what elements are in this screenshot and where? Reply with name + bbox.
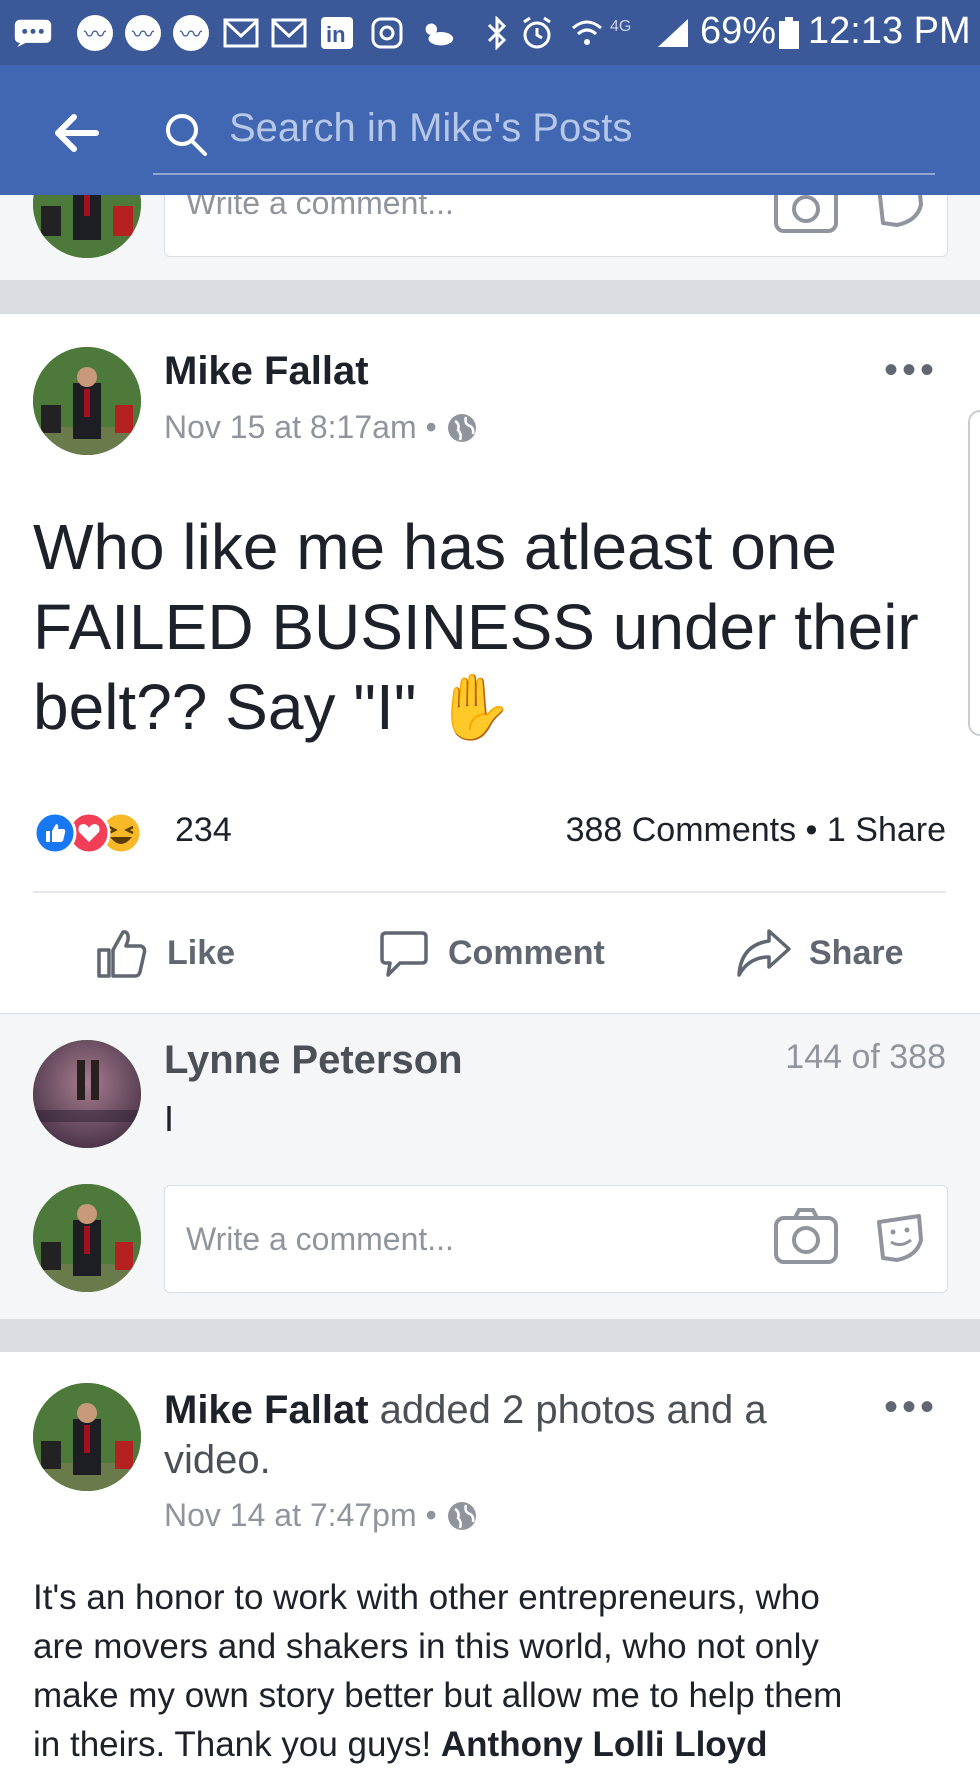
camera-icon[interactable] [773,1206,839,1271]
post-options-icon[interactable]: ••• [884,348,938,393]
sticker-icon[interactable] [873,195,925,231]
post-timestamp-text[interactable]: Nov 15 at 8:17am [164,409,417,445]
separator-dot: • [425,1497,446,1533]
mention-link[interactable]: Anthony Lolli Lloyd [441,1725,768,1764]
globe-icon [447,1502,476,1530]
share-label: Share [809,933,904,972]
wifi-icon [568,14,606,52]
clock-time: 12:13 PM [808,10,971,52]
globe-icon [447,414,476,442]
post-body-text-partial: in theirs. Thank you guys! [33,1725,441,1764]
post-text-line: belt?? Say "I" ✋ [33,667,953,748]
post-text-line-3: belt?? Say "I" [33,671,417,743]
post-text: Who like me has atleast one FAILED BUSIN… [33,507,953,748]
avatar [33,1184,141,1292]
post-body-line: make my own story better but allow me to… [33,1676,843,1715]
network-type-label: 4G [610,18,632,35]
bluetooth-icon [478,14,516,52]
reaction-icons[interactable] [33,811,153,855]
post-author-name[interactable]: Mike Fallat [164,349,369,394]
post-body-line: are movers and shakers in this world, wh… [33,1627,819,1666]
post-timestamp: Nov 15 at 8:17am • [164,409,478,446]
status-bar: 〰 〰 〰 in 4G 69% 12:13 PM [0,0,980,65]
back-arrow-icon[interactable] [50,106,104,160]
svg-text:in: in [326,22,346,47]
search-placeholder: Search in Mike's Posts [229,106,633,150]
post-body-line: in theirs. Thank you guys! Anthony Lolli… [33,1720,963,1769]
post-action-text: added 2 photos and a [379,1388,767,1432]
like-button[interactable]: Like [95,920,275,986]
sticker-icon[interactable] [873,1210,925,1271]
post-author-name[interactable]: Mike Fallat [164,1388,369,1432]
post-text-line: Who like me has atleast one [33,511,837,583]
author-avatar[interactable] [33,347,141,455]
gmail-icon [222,14,260,52]
comment-position-counter: 144 of 388 [785,1038,946,1076]
comment-button[interactable]: Comment [378,920,618,986]
comments-shares-count[interactable]: 388 Comments • 1 Share [566,811,946,850]
signal-icon [654,14,692,52]
commenter-name[interactable]: Lynne Peterson [164,1038,463,1083]
reaction-count[interactable]: 234 [175,811,232,850]
separator-dot: • [425,409,446,445]
raised-hand-emoji: ✋ [434,671,514,745]
share-button[interactable]: Share [735,920,915,986]
comment-placeholder: Write a comment... [186,1221,454,1257]
author-avatar[interactable] [33,1383,141,1491]
weather-icon [418,14,456,52]
battery-icon [770,14,808,52]
messenger-icon: 〰 [76,14,114,52]
post-timestamp-text[interactable]: Nov 14 at 7:47pm [164,1497,417,1533]
linkedin-icon: in [318,14,356,52]
instagram-icon [368,14,406,52]
comment-text: I [164,1098,175,1139]
messenger-icon: 〰 [124,14,162,52]
post-options-icon[interactable]: ••• [884,1385,938,1430]
comment-bubble-icon [380,931,428,977]
feed-separator [0,1319,980,1352]
post-text-line: FAILED BUSINESS under their [33,591,919,663]
battery-percent: 69% [700,10,777,52]
post-header-line: Mike Fallat added 2 photos and a video. [164,1385,844,1485]
commenter-avatar[interactable] [33,1040,141,1148]
post-body-line: It's an honor to work with other entrepr… [33,1578,820,1617]
alarm-icon [518,14,556,52]
thumbs-up-icon [97,930,147,978]
messenger-icon: 〰 [172,14,210,52]
scroll-indicator[interactable] [968,410,980,736]
divider [33,891,946,893]
feed-separator [0,280,980,314]
post-timestamp: Nov 14 at 7:47pm • [164,1497,478,1534]
messages-icon [14,14,52,52]
search-icon [162,110,210,158]
gmail-icon [270,14,308,52]
post-body-text: It's an honor to work with other entrepr… [33,1573,963,1769]
comment-label: Comment [448,933,605,972]
share-arrow-icon [737,929,791,977]
like-label: Like [167,933,236,972]
camera-icon[interactable] [773,195,839,235]
post-action-text-2: video. [164,1438,271,1482]
